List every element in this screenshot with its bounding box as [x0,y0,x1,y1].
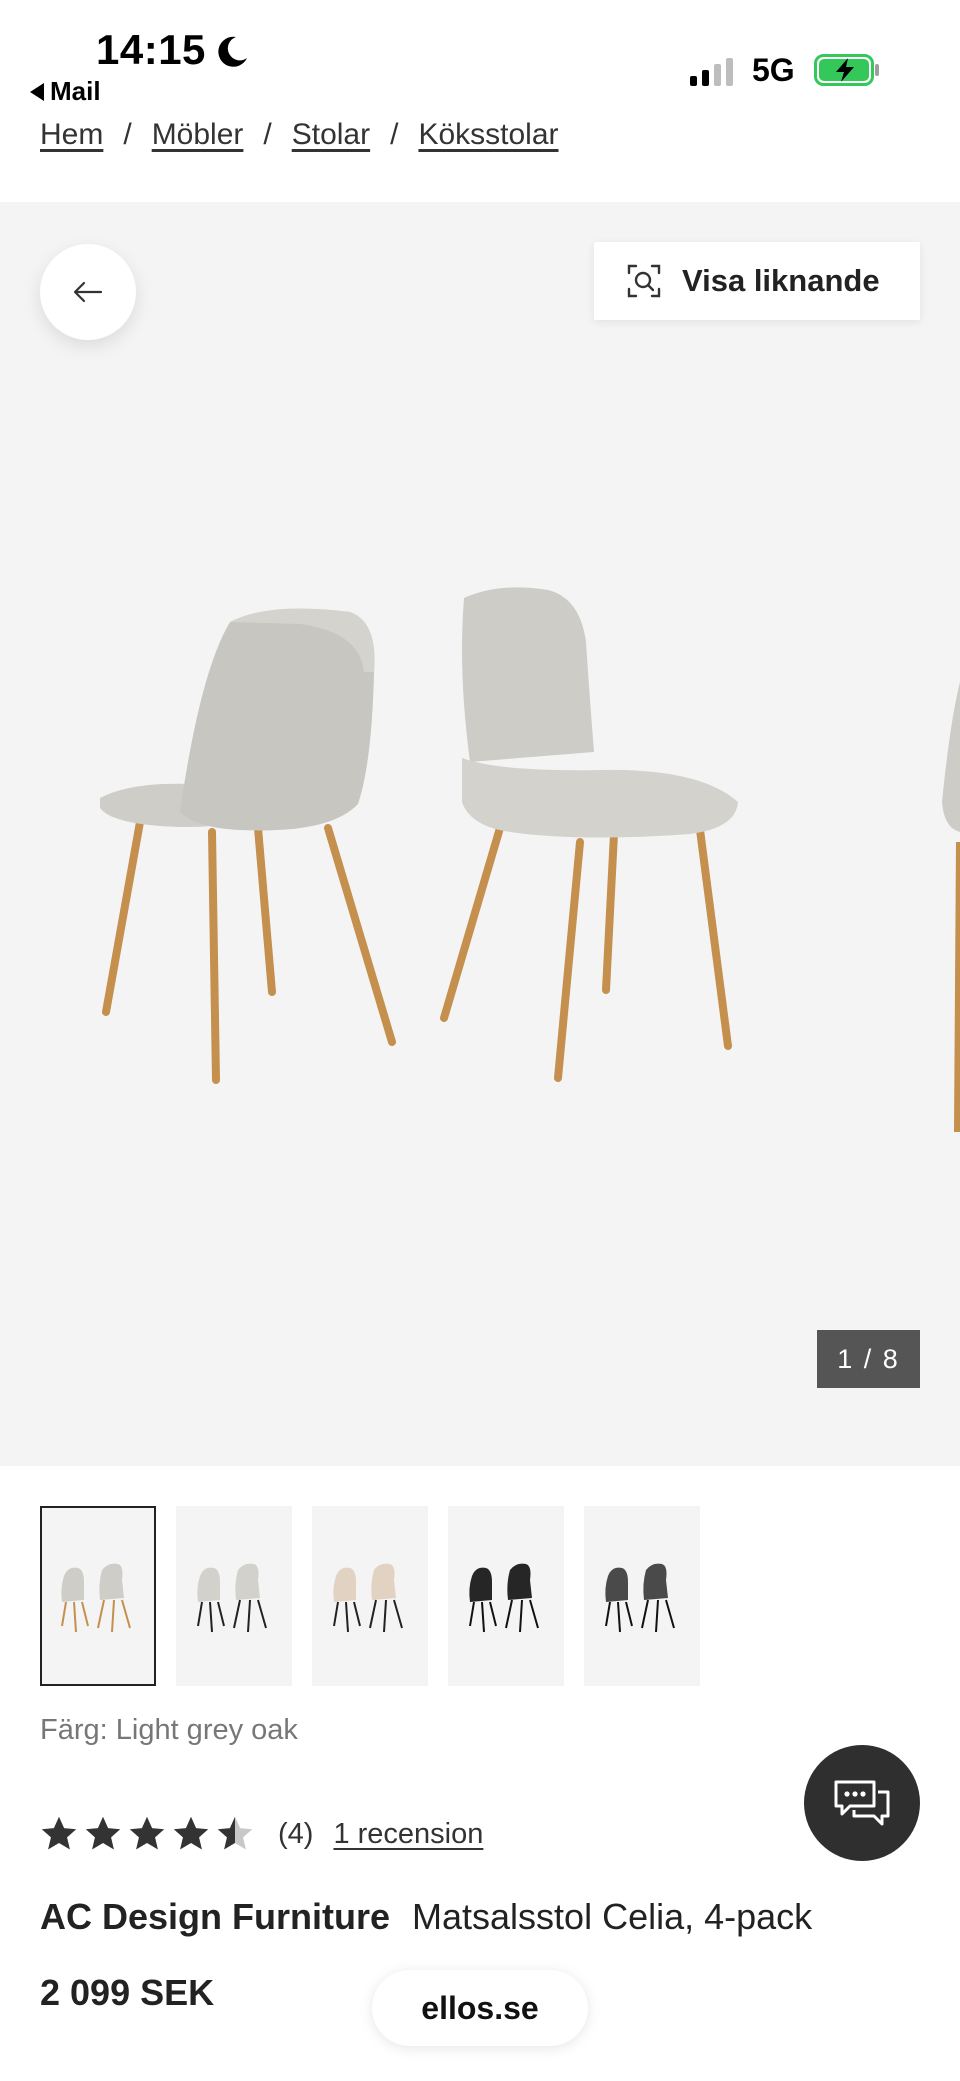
product-title: AC Design Furniture Matsalsstol Celia, 4… [40,1896,812,1938]
chat-button[interactable] [804,1745,920,1861]
breadcrumb-separator: / [390,118,399,151]
thumbnail-beige-black[interactable] [312,1506,428,1686]
thumbnail-image [605,1563,675,1633]
network-type: 5G [752,52,795,88]
status-time: 14:15 [96,26,206,73]
product-name: Matsalsstol Celia, 4-pack [412,1896,813,1937]
show-similar-button[interactable]: Visa liknande [594,242,920,320]
product-price: 2 099 SEK [40,1972,215,2013]
thumbnail-black-black[interactable] [448,1506,564,1686]
chair-left [100,608,396,1084]
chair-middle [440,587,738,1082]
cellular-signal-icon [690,56,733,86]
browser-address-pill[interactable]: ellos.se [372,1970,588,2046]
star-icon [85,1816,121,1850]
back-app-label: Mail [50,76,101,106]
product-image-gallery[interactable]: Visa liknande 1 / 8 [0,202,960,1466]
back-triangle-icon [30,82,44,101]
breadcrumb-home[interactable]: Hem [40,118,103,152]
status-bar: 14:15 Mail 5G [0,0,960,110]
star-icon [129,1816,165,1850]
thumbnail-image [61,1563,131,1633]
product-brand[interactable]: AC Design Furniture [40,1896,390,1938]
thumbnail-light-grey-black[interactable] [176,1506,292,1686]
star-icon [41,1816,77,1850]
thumbnail-dark-grey-black[interactable] [584,1506,700,1686]
image-counter: 1 / 8 [817,1330,920,1388]
star-icon [217,1816,253,1850]
back-to-mail-button[interactable]: Mail [30,76,101,107]
reviews-link[interactable]: 1 recension [333,1818,483,1851]
chat-icon [834,1780,890,1826]
thumbnail-image [333,1563,403,1633]
moon-icon [218,36,247,67]
breadcrumb-kitchen-chairs[interactable]: Köksstolar [418,118,558,152]
thumbnail-image [469,1563,539,1633]
visual-search-icon [627,264,661,298]
breadcrumb-separator: / [263,118,272,151]
rating-stars [40,1815,254,1853]
thumbnail-image [197,1563,267,1633]
thumbnail-strip [40,1506,700,1686]
battery-charging-icon [814,54,879,86]
show-similar-label: Visa liknande [682,263,880,298]
color-label: Färg: Light grey oak [40,1714,298,1746]
back-arrow-icon [73,281,103,303]
product-image [100,587,960,1133]
thumbnail-light-grey-oak[interactable] [40,1506,156,1686]
chair-right-partial [942,682,960,1133]
breadcrumb-furniture[interactable]: Möbler [152,118,244,152]
breadcrumb-chairs[interactable]: Stolar [292,118,370,152]
product-rating: (4) 1 recension [40,1815,483,1853]
breadcrumb-separator: / [123,118,132,151]
breadcrumb: Hem / Möbler / Stolar / Köksstolar [40,118,559,152]
rating-count: (4) [278,1817,314,1850]
star-icon [173,1816,209,1850]
back-button[interactable] [40,244,136,340]
